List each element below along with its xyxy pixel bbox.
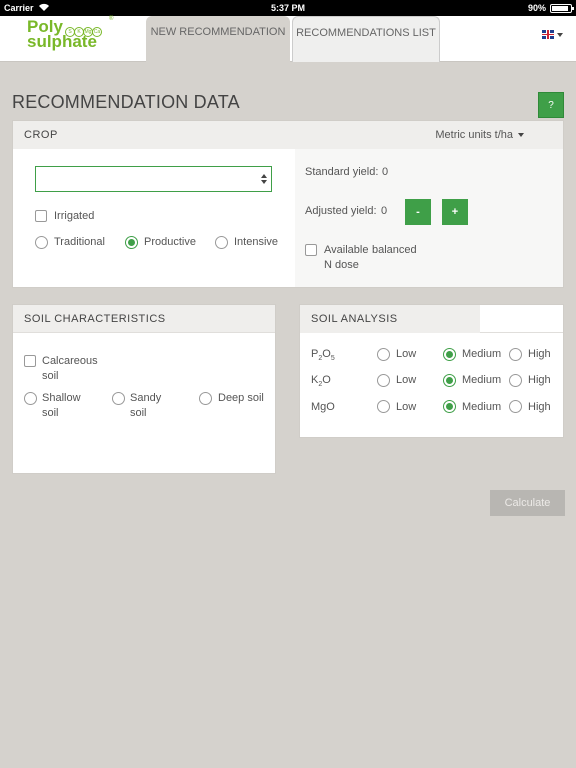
chevron-down-icon: [518, 133, 524, 138]
irrigated-label: Irrigated: [54, 210, 95, 222]
soil-characteristics-heading: SOIL CHARACTERISTICS: [13, 305, 275, 333]
irrigated-checkbox[interactable]: [35, 210, 47, 222]
help-button[interactable]: ?: [538, 92, 564, 118]
sandy-soil-radio[interactable]: [112, 392, 125, 405]
battery-percent: 90%: [527, 3, 546, 13]
polysulphate-logo: Poly S K Mg Ca ® sulphate: [26, 16, 116, 56]
logo-text-sulphate: sulphate: [27, 32, 97, 51]
language-selector[interactable]: [542, 26, 563, 44]
shallow-soil-label-line2: soil: [42, 407, 59, 419]
soil-analysis-panel: SOIL ANALYSIS P2O5 Low Medium High K2O L…: [299, 304, 564, 438]
k2o-medium-radio[interactable]: [443, 374, 456, 387]
level-label-high: High: [528, 374, 551, 386]
deep-soil-radio[interactable]: [199, 392, 212, 405]
crop-panel: CROP Metric units t/ha Irrigated Traditi…: [12, 120, 564, 288]
level-label-medium: Medium: [462, 401, 502, 413]
n-dose-label-balanced: balanced: [372, 244, 417, 256]
status-bar: Carrier 5:37 PM 90%: [0, 0, 576, 16]
intensive-label: Intensive: [234, 236, 279, 248]
mgo-medium-radio[interactable]: [443, 400, 456, 413]
mgo-low-radio[interactable]: [377, 400, 390, 413]
divider: [480, 332, 563, 333]
tab-new-recommendation[interactable]: NEW RECOMMENDATION: [146, 16, 290, 62]
crop-select[interactable]: [35, 166, 272, 192]
status-time: 5:37 PM: [270, 3, 305, 13]
level-label-high: High: [528, 401, 551, 413]
battery-icon: [550, 4, 574, 13]
tab-recommendations-list[interactable]: RECOMMENDATIONS LIST: [292, 16, 440, 62]
p2o5-high-radio[interactable]: [509, 348, 522, 361]
shallow-soil-radio[interactable]: [24, 392, 37, 405]
deep-soil-label: Deep soil: [218, 392, 264, 404]
nutrient-label-p2o5: P2O5: [311, 348, 335, 362]
k2o-high-radio[interactable]: [509, 374, 522, 387]
traditional-label: Traditional: [54, 236, 105, 248]
sandy-soil-label: Sandy: [130, 392, 162, 404]
n-dose-label-dose: N dose: [324, 259, 359, 271]
increase-yield-button[interactable]: +: [442, 199, 468, 225]
shallow-soil-label: Shallow: [42, 392, 81, 404]
p2o5-medium-radio[interactable]: [443, 348, 456, 361]
units-label: Metric units t/ha: [435, 129, 513, 141]
level-label-low: Low: [396, 401, 417, 413]
divider: [13, 332, 275, 333]
level-label-high: High: [528, 348, 551, 360]
page-title: RECOMMENDATION DATA: [12, 92, 240, 112]
soil-analysis-heading: SOIL ANALYSIS: [300, 305, 480, 333]
p2o5-low-radio[interactable]: [377, 348, 390, 361]
logo-registered: ®: [109, 16, 114, 22]
adjusted-yield-value: 0: [381, 205, 388, 217]
calcareous-label: Calcareous: [42, 355, 98, 367]
productive-radio[interactable]: [125, 236, 138, 249]
nutrient-label-mgo: MgO: [311, 401, 335, 413]
intensive-radio[interactable]: [215, 236, 228, 249]
chevron-down-icon: [557, 32, 563, 37]
traditional-radio[interactable]: [35, 236, 48, 249]
app-header: Poly S K Mg Ca ® sulphate NEW RECOMMENDATIO…: [0, 16, 576, 62]
adjusted-yield-label: Adjusted yield:: [305, 205, 377, 217]
n-dose-label-available: Available: [324, 244, 369, 256]
standard-yield-label: Standard yield:: [305, 166, 379, 178]
level-label-low: Low: [396, 374, 417, 386]
n-dose-checkbox[interactable]: [305, 244, 317, 256]
uk-flag-icon: [542, 30, 554, 40]
level-label-medium: Medium: [462, 348, 502, 360]
level-label-low: Low: [396, 348, 417, 360]
units-dropdown[interactable]: Metric units t/ha: [435, 129, 524, 141]
calculate-button[interactable]: Calculate: [490, 490, 565, 516]
calcareous-label-line2: soil: [42, 370, 59, 382]
select-arrows-icon: [261, 174, 267, 184]
calcareous-checkbox[interactable]: [24, 355, 36, 367]
mgo-high-radio[interactable]: [509, 400, 522, 413]
nutrient-label-k2o: K2O: [311, 374, 331, 388]
sandy-soil-label-line2: soil: [130, 407, 147, 419]
level-label-medium: Medium: [462, 374, 502, 386]
soil-characteristics-panel: SOIL CHARACTERISTICS Calcareous soil Sha…: [12, 304, 276, 474]
decrease-yield-button[interactable]: -: [405, 199, 431, 225]
standard-yield-value: 0: [382, 166, 389, 178]
k2o-low-radio[interactable]: [377, 374, 390, 387]
productive-label: Productive: [144, 236, 196, 248]
